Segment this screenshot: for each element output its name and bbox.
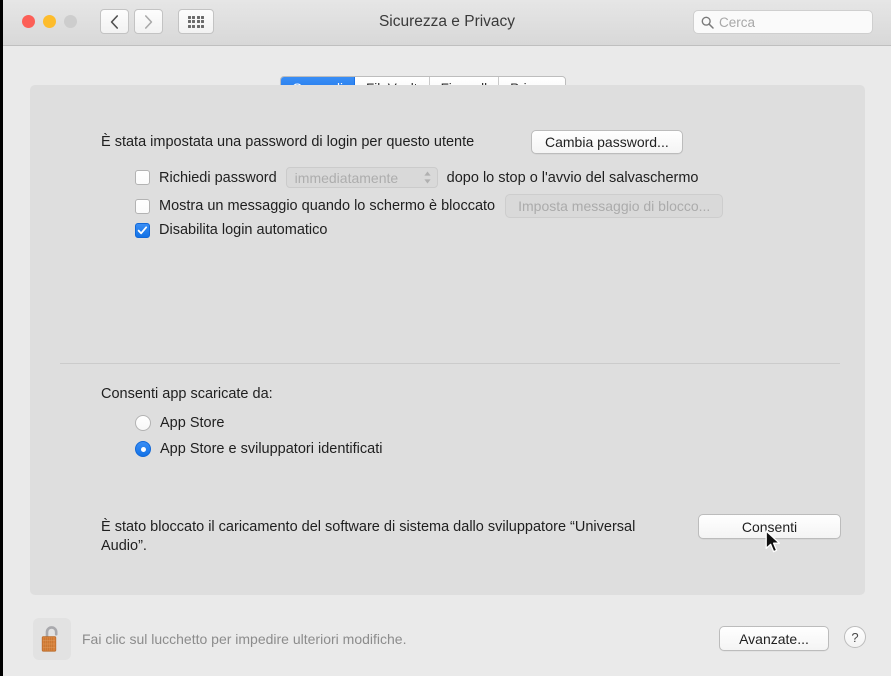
require-password-label: Richiedi password <box>159 169 277 186</box>
unlocked-padlock-icon <box>41 626 58 652</box>
radio-app-store[interactable] <box>135 415 151 431</box>
allow-apps-label: Consenti app scaricate da: <box>101 386 273 402</box>
show-lock-message-row: Mostra un messaggio quando lo schermo è … <box>135 194 724 218</box>
preferences-window: Sicurezza e Privacy Generali FileVault F… <box>3 0 891 676</box>
change-password-button[interactable]: Cambia password... <box>531 130 683 154</box>
disable-auto-login-label: Disabilita login automatico <box>159 222 328 238</box>
window-titlebar: Sicurezza e Privacy <box>3 0 891 46</box>
show-lock-message-checkbox[interactable] <box>135 198 150 214</box>
password-status-label: È stata impostata una password di login … <box>101 134 475 150</box>
search-icon <box>701 16 714 29</box>
allow-apps-option-app-store[interactable]: App Store <box>135 415 225 431</box>
section-divider <box>60 363 840 364</box>
radio-identified-developers[interactable] <box>135 441 151 457</box>
lock-button[interactable] <box>33 618 71 660</box>
blocked-software-message: È stato bloccato il caricamento del soft… <box>101 519 636 554</box>
require-password-checkbox[interactable] <box>135 170 150 185</box>
lock-hint-text: Fai clic sul lucchetto per impedire ulte… <box>82 631 407 647</box>
password-delay-select: immediatamente <box>285 167 438 188</box>
require-password-row: Richiedi password immediatamente dopo lo… <box>135 167 699 188</box>
search-field[interactable] <box>693 10 873 34</box>
set-lock-message-button: Imposta messaggio di blocco... <box>505 194 724 218</box>
help-button[interactable]: ? <box>844 626 866 648</box>
stepper-chevrons-icon <box>424 171 431 184</box>
require-password-trailing-text: dopo lo stop o l'avvio del salvaschermo <box>446 169 699 186</box>
show-lock-message-label: Mostra un messaggio quando lo schermo è … <box>159 198 496 214</box>
advanced-button[interactable]: Avanzate... <box>719 626 829 651</box>
checkmark-icon <box>137 225 148 234</box>
allow-blocked-software-button[interactable]: Consenti <box>698 514 841 539</box>
disable-auto-login-checkbox[interactable] <box>135 222 150 238</box>
disable-auto-login-row: Disabilita login automatico <box>135 222 327 238</box>
radio-identified-developers-label: App Store e sviluppatori identificati <box>160 441 383 457</box>
password-delay-value: immediatamente <box>294 169 399 186</box>
radio-app-store-label: App Store <box>160 415 225 431</box>
search-input[interactable] <box>719 14 854 30</box>
allow-apps-option-identified-developers[interactable]: App Store e sviluppatori identificati <box>135 441 382 457</box>
